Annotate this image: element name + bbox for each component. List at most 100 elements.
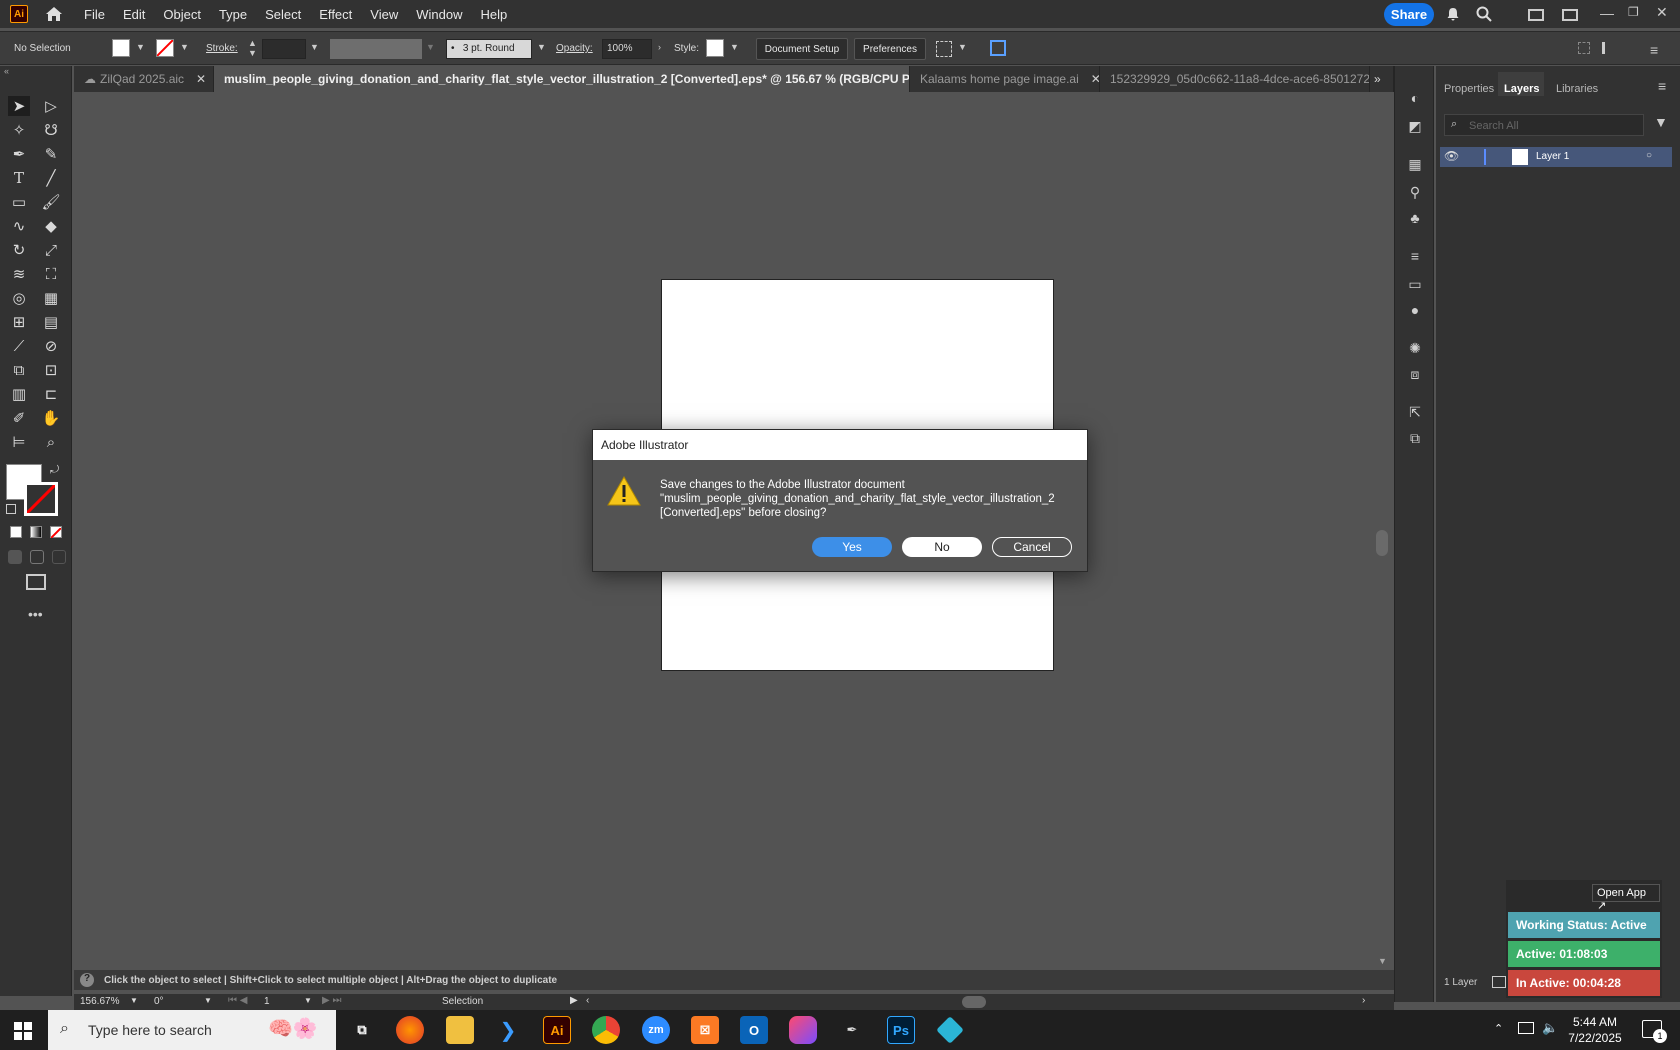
- warp-tool-icon[interactable]: ≋: [8, 264, 30, 284]
- more-tools-icon[interactable]: •••: [28, 606, 43, 622]
- system-clock[interactable]: 5:44 AM 7/22/2025: [1560, 1014, 1630, 1046]
- stroke-color-swatch[interactable]: [24, 482, 58, 516]
- transparency-panel-icon[interactable]: ●: [1405, 300, 1425, 320]
- restore-icon[interactable]: ❐: [1628, 5, 1639, 19]
- transform-icon[interactable]: [1578, 42, 1590, 54]
- line-tool-icon[interactable]: ╱: [40, 168, 62, 188]
- screen-mode-icon[interactable]: [26, 574, 46, 590]
- chrome-icon[interactable]: [592, 1016, 620, 1044]
- zoom-icon[interactable]: zm: [642, 1016, 670, 1044]
- blend-tool-icon[interactable]: ⧉: [8, 360, 30, 380]
- target-icon[interactable]: ○: [1646, 150, 1652, 161]
- tab-properties[interactable]: Properties: [1444, 83, 1494, 95]
- fill-swatch[interactable]: [112, 39, 130, 57]
- free-transform-tool-icon[interactable]: ⛶: [40, 264, 62, 284]
- file-explorer-icon[interactable]: [446, 1016, 474, 1044]
- zoom-value[interactable]: 156.67%: [80, 996, 119, 1007]
- layer-row[interactable]: 👁 Layer 1 ○: [1440, 147, 1672, 167]
- direct-selection-tool-icon[interactable]: ▷: [40, 96, 62, 116]
- menu-select[interactable]: Select: [265, 7, 301, 22]
- color-mode-icon[interactable]: [10, 526, 22, 538]
- menu-help[interactable]: Help: [480, 7, 507, 22]
- artboard-tool-icon[interactable]: ⊏: [40, 384, 62, 404]
- zoom-tool-icon[interactable]: ⌕: [40, 432, 62, 452]
- open-app-button[interactable]: Open App ↗: [1592, 884, 1660, 912]
- pen-app-icon[interactable]: ✒: [838, 1016, 866, 1044]
- measure-tool-icon[interactable]: ⊘: [40, 336, 62, 356]
- gradient-tool-icon[interactable]: ▤: [40, 312, 62, 332]
- brush-definition[interactable]: • 3 pt. Round: [446, 39, 532, 59]
- tab-zilqad[interactable]: ☁ ZilQad 2025.aic ✕: [74, 66, 214, 92]
- chevron-left-icon[interactable]: ‹: [586, 995, 589, 1006]
- pen-tool-icon[interactable]: ✒: [8, 144, 30, 164]
- chevron-right-icon[interactable]: ▶: [570, 995, 578, 1006]
- align-panel-icon[interactable]: [1602, 42, 1616, 54]
- symbols-panel-icon[interactable]: ♣: [1405, 208, 1425, 228]
- bell-icon[interactable]: [1446, 7, 1460, 21]
- scroll-down-icon[interactable]: ▼: [1378, 956, 1387, 966]
- vertical-scrollbar-thumb[interactable]: [1376, 530, 1388, 556]
- preferences-button[interactable]: Preferences: [854, 38, 926, 60]
- layer-name[interactable]: Layer 1: [1536, 151, 1569, 162]
- tab-layers[interactable]: Layers: [1504, 83, 1539, 95]
- windows-start-icon[interactable]: [14, 1022, 32, 1040]
- outlook-icon[interactable]: O: [740, 1016, 768, 1044]
- chevron-right-icon[interactable]: ›: [1362, 995, 1365, 1006]
- eye-icon[interactable]: 👁: [1444, 149, 1459, 163]
- menu-effect[interactable]: Effect: [319, 7, 352, 22]
- menu-type[interactable]: Type: [219, 7, 247, 22]
- horizontal-scrollbar-thumb[interactable]: [962, 996, 986, 1008]
- artboard-number[interactable]: 1: [264, 996, 270, 1007]
- menu-window[interactable]: Window: [416, 7, 462, 22]
- volume-icon[interactable]: 🔈: [1542, 1020, 1558, 1036]
- artboards-panel-icon[interactable]: ⧉: [1405, 428, 1425, 448]
- rotate-tool-icon[interactable]: ↻: [8, 240, 30, 260]
- paintbrush-tool-icon[interactable]: 🖌: [40, 192, 62, 212]
- hand-tool-icon[interactable]: ✋: [40, 408, 62, 428]
- recolor-icon[interactable]: [990, 40, 1006, 56]
- xampp-icon[interactable]: ⊠: [691, 1016, 719, 1044]
- share-button[interactable]: Share: [1384, 3, 1434, 26]
- none-mode-icon[interactable]: [50, 526, 62, 539]
- diamond-app-icon[interactable]: [936, 1016, 964, 1044]
- mesh-tool-icon[interactable]: ⊞: [8, 312, 30, 332]
- creative-cloud-icon[interactable]: [789, 1016, 817, 1044]
- perspective-grid-tool-icon[interactable]: ▦: [40, 288, 62, 308]
- chevron-down-icon[interactable]: ▼: [304, 996, 312, 1005]
- filter-icon[interactable]: ▼: [1654, 114, 1668, 130]
- eraser-tool-icon[interactable]: ◆: [40, 216, 62, 236]
- taskbar-search-input[interactable]: ⌕ Type here to search 🧠🌸: [48, 1010, 336, 1050]
- opacity-label[interactable]: Opacity:: [556, 43, 593, 54]
- rotation-value[interactable]: 0°: [154, 996, 164, 1007]
- chevron-down-icon[interactable]: ▼: [180, 42, 189, 52]
- notification-icon[interactable]: 1: [1642, 1020, 1667, 1043]
- tab-muslim-people[interactable]: muslim_people_giving_donation_and_charit…: [214, 66, 910, 92]
- swap-colors-icon[interactable]: ⤾: [50, 464, 59, 477]
- selection-tool-icon[interactable]: ➤: [8, 96, 30, 116]
- draw-normal-icon[interactable]: [8, 550, 22, 564]
- chevron-down-icon[interactable]: ▼: [136, 42, 145, 52]
- slice-tool-icon[interactable]: ✐: [8, 408, 30, 428]
- tab-kalaams[interactable]: Kalaams home page image.ai ✕: [910, 66, 1100, 92]
- tab-libraries[interactable]: Libraries: [1556, 83, 1598, 95]
- menu-object[interactable]: Object: [163, 7, 201, 22]
- nav-forward-icon[interactable]: ▶ ⏭: [322, 995, 341, 1006]
- document-setup-button[interactable]: Document Setup: [756, 38, 848, 60]
- search-icon[interactable]: [1476, 6, 1492, 22]
- arrange-icon[interactable]: [1562, 9, 1578, 21]
- chevron-down-icon[interactable]: ▼: [730, 42, 739, 52]
- close-icon[interactable]: ✕: [196, 72, 206, 86]
- magic-wand-tool-icon[interactable]: ✧: [8, 120, 30, 140]
- chevron-right-icon[interactable]: ›: [658, 42, 661, 52]
- firefox-icon[interactable]: [396, 1016, 424, 1044]
- tab-overflow-icon[interactable]: »: [1370, 66, 1394, 92]
- chevron-up-icon[interactable]: ⌃: [1494, 1022, 1503, 1035]
- chevron-down-icon[interactable]: ▼: [310, 42, 319, 52]
- gradient-panel-icon[interactable]: ▭: [1405, 274, 1425, 294]
- network-icon[interactable]: [1518, 1022, 1534, 1034]
- draw-behind-icon[interactable]: [30, 550, 44, 564]
- menu-view[interactable]: View: [370, 7, 398, 22]
- align-icon[interactable]: [936, 41, 952, 57]
- export-panel-icon[interactable]: ⇱: [1405, 402, 1425, 422]
- layers-search-input[interactable]: ⌕ Search All: [1444, 114, 1644, 136]
